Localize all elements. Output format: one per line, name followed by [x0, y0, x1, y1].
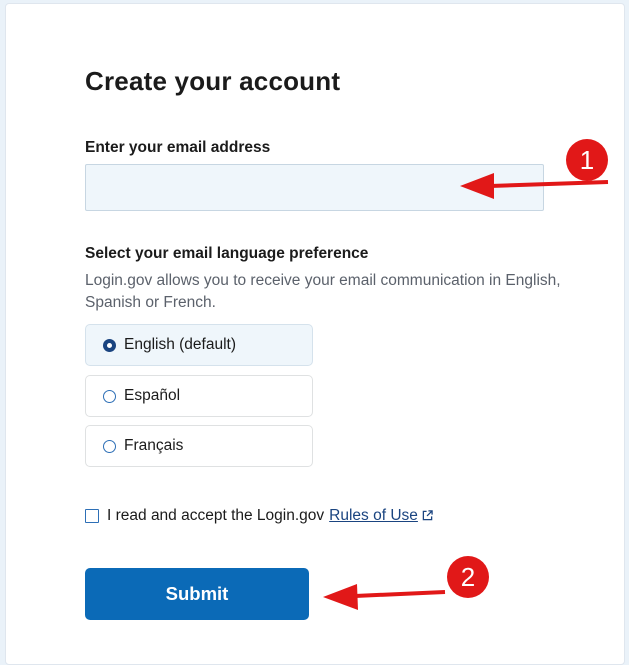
rules-of-use-link[interactable]: Rules of Use	[329, 507, 418, 525]
radio-option-english[interactable]: English (default)	[85, 324, 313, 366]
terms-row: I read and accept the Login.gov Rules of…	[85, 507, 433, 525]
radio-option-spanish[interactable]: Español	[85, 375, 313, 417]
submit-button[interactable]: Submit	[85, 568, 309, 620]
radio-selected-icon[interactable]	[103, 338, 116, 352]
page-title: Create your account	[85, 66, 341, 96]
language-preference-hint: Login.gov allows you to receive your ema…	[85, 272, 561, 311]
language-preference-label: Select your email language preference	[85, 245, 369, 262]
radio-label-english: English (default)	[124, 336, 237, 353]
email-input[interactable]	[85, 164, 544, 211]
email-label: Enter your email address	[85, 139, 271, 156]
annotation-badge-2: 2	[447, 556, 489, 598]
annotation-badge-1: 1	[566, 139, 608, 181]
radio-unselected-icon[interactable]	[103, 389, 116, 403]
terms-text: I read and accept the Login.gov	[107, 507, 325, 524]
radio-unselected-icon[interactable]	[103, 439, 116, 453]
external-link-icon	[422, 508, 433, 526]
radio-label-spanish: Español	[124, 387, 181, 404]
terms-checkbox[interactable]	[85, 509, 99, 523]
radio-label-french: Français	[124, 437, 184, 454]
radio-option-french[interactable]: Français	[85, 425, 313, 467]
